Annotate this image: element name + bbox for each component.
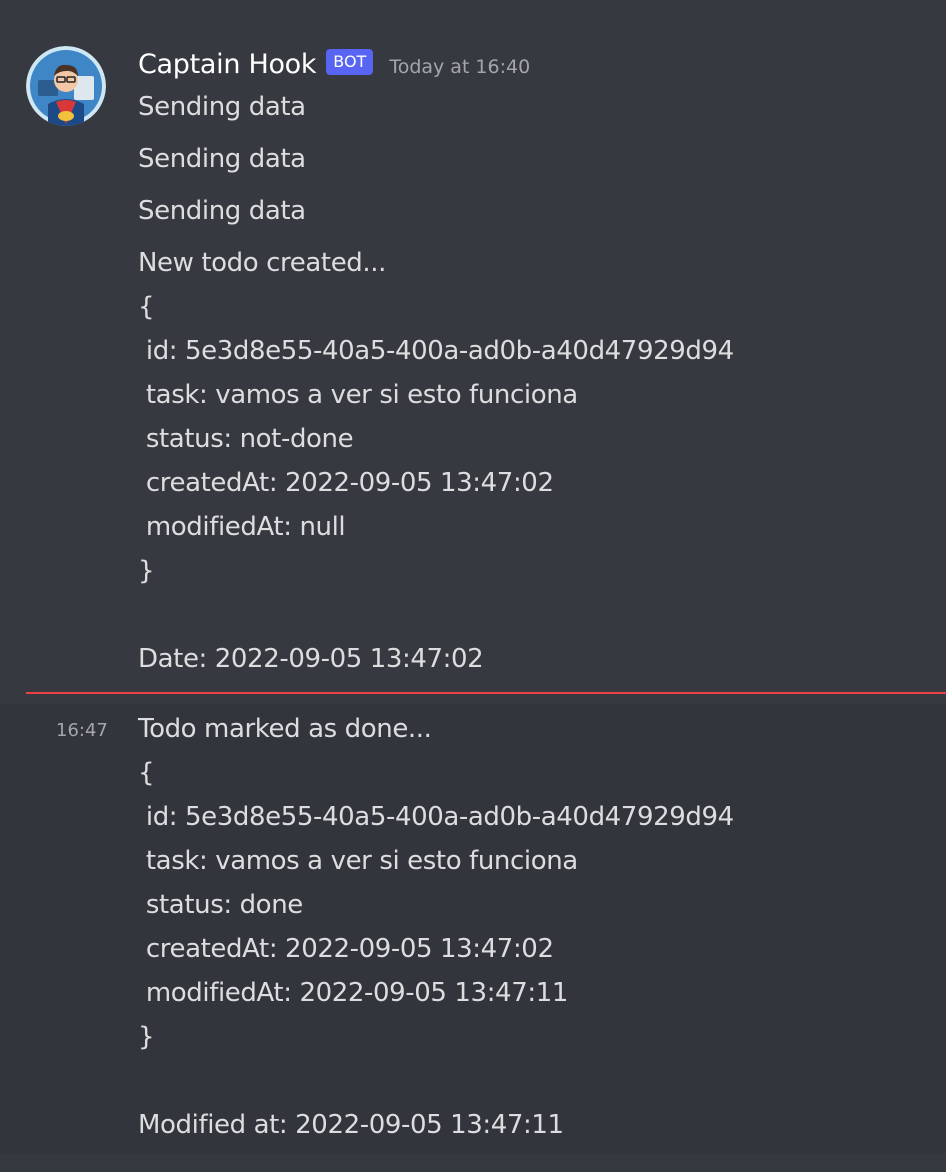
message-line: status: done (138, 890, 303, 920)
message-line: } (138, 1022, 155, 1052)
message-line: id: 5e3d8e55-40a5-400a-ad0b-a40d47929d94 (138, 802, 734, 832)
message-line: modifiedAt: 2022-09-05 13:47:11 (138, 978, 569, 1008)
message-line: task: vamos a ver si esto funciona (138, 380, 578, 410)
bot-avatar[interactable] (26, 46, 106, 126)
message-text: Sending data (138, 196, 306, 226)
bot-tag-badge: BOT (326, 49, 374, 75)
message-line: } (138, 556, 155, 586)
message-line: status: not-done (138, 424, 354, 454)
superhero-developer-avatar-icon (26, 46, 106, 126)
message-line: createdAt: 2022-09-05 13:47:02 (138, 934, 554, 964)
message-header: Captain Hook BOT Today at 16:40 (138, 44, 530, 84)
message-line: Todo marked as done... (138, 714, 432, 744)
message-line: task: vamos a ver si esto funciona (138, 846, 578, 876)
message-text: Sending data (138, 92, 306, 122)
author-username[interactable]: Captain Hook (138, 49, 317, 80)
message-side-timestamp[interactable]: 16:47 (56, 718, 108, 744)
message-line: New todo created... (138, 248, 386, 278)
message-line: Modified at: 2022-09-05 13:47:11 (138, 1110, 564, 1140)
message-line: modifiedAt: null (138, 512, 346, 542)
message-line: createdAt: 2022-09-05 13:47:02 (138, 468, 554, 498)
message-line: id: 5e3d8e55-40a5-400a-ad0b-a40d47929d94 (138, 336, 734, 366)
new-messages-divider (26, 692, 946, 694)
message-line: { (138, 758, 155, 788)
message-text: Sending data (138, 144, 306, 174)
message-line: { (138, 292, 155, 322)
message-timestamp[interactable]: Today at 16:40 (389, 56, 530, 78)
message-line: Date: 2022-09-05 13:47:02 (138, 644, 484, 674)
